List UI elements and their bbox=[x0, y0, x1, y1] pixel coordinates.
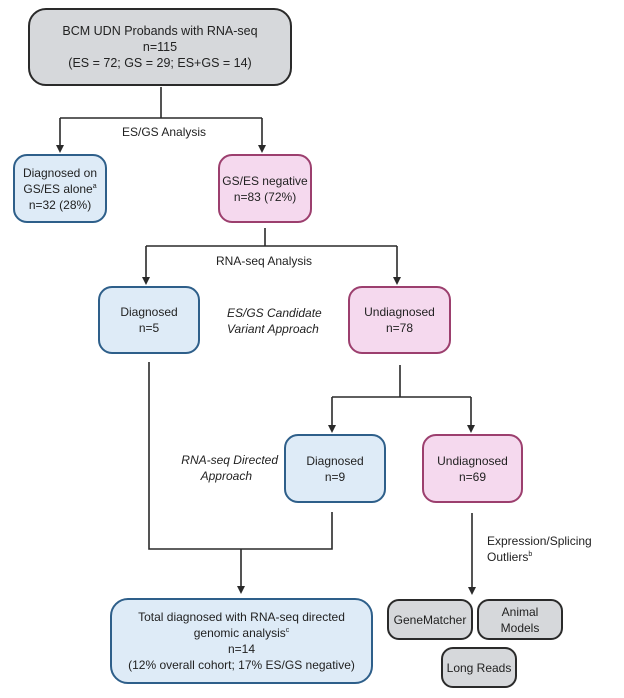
footnote-c: c bbox=[285, 627, 290, 634]
directed-approach-line2: Approach bbox=[200, 469, 252, 483]
candidate-approach-line2: Variant Approach bbox=[227, 322, 319, 336]
total-line2: genomic analysis bbox=[193, 626, 286, 640]
candidate-approach-label: ES/GS Candidate Variant Approach bbox=[227, 305, 322, 337]
total-count: n=14 bbox=[227, 642, 256, 656]
connector-negative bbox=[146, 228, 397, 247]
long-reads-label: Long Reads bbox=[446, 660, 512, 675]
diagnosed-directed-box: Diagnosed n=9 bbox=[284, 434, 386, 503]
flow-connectors bbox=[56, 87, 476, 595]
animal-models-box: Animal Models bbox=[477, 599, 563, 640]
diagnosed-esgs-line2: GS/ES alone bbox=[23, 181, 93, 196]
esgs-negative-title: GS/ES negative bbox=[222, 173, 308, 188]
genematcher-box: GeneMatcher bbox=[387, 599, 473, 640]
directed-approach-line1: RNA-seq Directed bbox=[181, 453, 278, 467]
diagnosed-esgs-line1: Diagnosed on bbox=[22, 165, 98, 180]
undiagnosed-candidate-count: n=78 bbox=[385, 321, 414, 335]
root-box: BCM UDN Probands with RNA-seq n=115 (ES … bbox=[28, 8, 292, 86]
outliers-line2-wrap: Outliersb bbox=[487, 549, 592, 565]
total-line1: Total diagnosed with RNA-seq directed bbox=[138, 610, 345, 624]
outliers-line2: Outliers bbox=[487, 550, 529, 564]
undiagnosed-candidate-box: Undiagnosed n=78 bbox=[348, 286, 451, 354]
outliers-label: Expression/Splicing Outliersb bbox=[487, 533, 592, 565]
esgs-analysis-label: ES/GS Analysis bbox=[122, 125, 207, 139]
undiagnosed-directed-box: Undiagnosed n=69 bbox=[422, 434, 523, 503]
undiagnosed-candidate-title: Undiagnosed bbox=[364, 305, 435, 319]
total-detail: (12% overall cohort; 17% ES/GS negative) bbox=[128, 658, 355, 672]
long-reads-box: Long Reads bbox=[441, 647, 517, 688]
undiagnosed-directed-title: Undiagnosed bbox=[437, 453, 508, 468]
diagnosed-esgs-line2-wrap: GS/ES alonea bbox=[23, 181, 96, 197]
rnaseq-analysis-label: RNA-seq Analysis bbox=[216, 254, 313, 268]
diagnosed-candidate-count: n=5 bbox=[138, 321, 160, 335]
outliers-line1: Expression/Splicing bbox=[487, 534, 592, 548]
undiagnosed-directed-count: n=69 bbox=[458, 469, 487, 484]
connector-root bbox=[60, 87, 262, 119]
root-title: BCM UDN Probands with RNA-seq bbox=[62, 24, 258, 38]
directed-approach-label: RNA-seq Directed Approach bbox=[176, 452, 278, 484]
candidate-approach-line1: ES/GS Candidate bbox=[227, 306, 322, 320]
animal-models-line1: Animal bbox=[501, 604, 539, 619]
diagnosed-esgs-count: n=32 (28%) bbox=[28, 197, 92, 212]
diagnosed-candidate-box: Diagnosed n=5 bbox=[98, 286, 200, 354]
diagnosed-directed-count: n=9 bbox=[324, 469, 346, 484]
esgs-negative-count: n=83 (72%) bbox=[233, 189, 297, 204]
esgs-negative-box: GS/ES negative n=83 (72%) bbox=[218, 154, 312, 223]
root-count: n=115 bbox=[142, 40, 178, 54]
diagnosed-directed-title: Diagnosed bbox=[306, 453, 364, 468]
root-breakdown: (ES = 72; GS = 29; ES+GS = 14) bbox=[68, 56, 252, 70]
diagnosed-esgs-box: Diagnosed on GS/ES alonea n=32 (28%) bbox=[13, 154, 107, 223]
total-line2-wrap: genomic analysisc bbox=[194, 625, 290, 641]
footnote-a: a bbox=[92, 182, 97, 190]
footnote-b: b bbox=[528, 551, 533, 558]
animal-models-line2: Models bbox=[500, 620, 540, 635]
connector-undiagnosed bbox=[332, 365, 471, 398]
diagnosed-candidate-title: Diagnosed bbox=[120, 305, 178, 319]
total-diagnosed-box: Total diagnosed with RNA-seq directed ge… bbox=[110, 598, 373, 684]
genematcher-label: GeneMatcher bbox=[393, 612, 467, 627]
